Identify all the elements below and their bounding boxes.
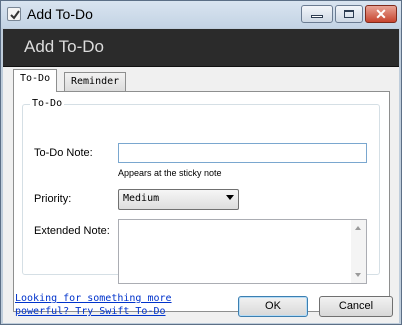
minimize-icon: [311, 15, 323, 18]
dialog-header: Add To-Do: [3, 29, 399, 67]
close-icon: ✕: [375, 6, 387, 22]
priority-value: Medium: [123, 193, 160, 204]
chevron-down-icon: [226, 195, 234, 200]
tab-panel-todo: To-Do To-Do Note: Appears at the sticky …: [13, 91, 390, 312]
window-title: Add To-Do: [27, 6, 93, 22]
dialog-client: Add To-Do To-Do Reminder To-Do To-Do Not…: [3, 29, 399, 323]
maximize-button[interactable]: [335, 5, 363, 23]
extended-note-textarea[interactable]: [118, 219, 367, 284]
maximize-icon: [344, 10, 354, 18]
swift-todo-link[interactable]: Looking for something more powerful? Try…: [15, 292, 185, 318]
tab-reminder[interactable]: Reminder: [64, 72, 127, 92]
add-todo-window: Add To-Do ✕ Add To-Do To-Do Reminder To-…: [0, 0, 402, 325]
tab-todo[interactable]: To-Do: [13, 69, 58, 92]
cancel-button[interactable]: Cancel: [319, 296, 393, 317]
close-button[interactable]: ✕: [365, 5, 397, 23]
title-bar[interactable]: Add To-Do ✕: [1, 1, 401, 28]
checkbox-icon: [7, 7, 21, 21]
extended-note-label: Extended Note:: [34, 225, 110, 237]
arrow-up-icon[interactable]: [355, 226, 361, 230]
todo-note-label: To-Do Note:: [34, 147, 93, 159]
textarea-scrollbar[interactable]: [351, 220, 366, 283]
todo-note-hint: Appears at the sticky note: [118, 168, 222, 178]
arrow-down-icon[interactable]: [355, 273, 361, 277]
priority-select[interactable]: Medium: [118, 189, 239, 210]
ok-button[interactable]: OK: [238, 296, 308, 317]
priority-label: Priority:: [34, 193, 72, 205]
todo-note-input[interactable]: [118, 143, 367, 163]
group-legend: To-Do: [30, 98, 65, 109]
minimize-button[interactable]: [301, 5, 333, 23]
header-title: Add To-Do: [24, 37, 105, 56]
